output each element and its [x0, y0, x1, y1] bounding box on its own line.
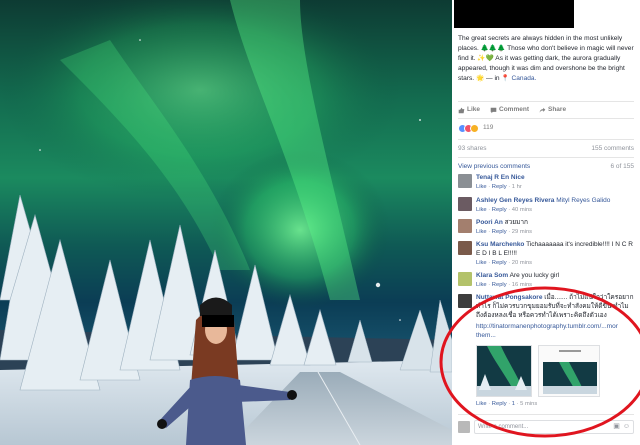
- wow-reaction-icon: [470, 124, 479, 133]
- comment-item: Poori An สวยมาก Like · Reply · 29 mins: [458, 219, 634, 237]
- comment-like-count[interactable]: 1: [512, 401, 515, 407]
- divider: [458, 157, 634, 158]
- thumbs-up-icon: [458, 107, 465, 114]
- comment-time[interactable]: 40 mins: [512, 207, 532, 213]
- camera-icon[interactable]: ▣: [613, 422, 620, 431]
- comment-reply-link[interactable]: Reply: [492, 184, 507, 190]
- reaction-summary[interactable]: 119: [458, 124, 493, 133]
- comment-text: Are you lucky girl: [509, 272, 560, 279]
- comment-text: สวยมาก: [504, 219, 528, 226]
- commenter-avatar[interactable]: [458, 174, 472, 188]
- view-previous-comments-link[interactable]: View previous comments: [458, 163, 530, 172]
- comments-shown-count: 6 of 155: [610, 163, 635, 170]
- share-button[interactable]: Share: [539, 106, 566, 115]
- post-caption: The great secrets are always hidden in t…: [458, 34, 634, 83]
- comment-time[interactable]: 5 mins: [520, 401, 537, 407]
- comment-time[interactable]: 29 mins: [512, 229, 532, 235]
- comment-meta: Like · Reply · 1 hr: [476, 183, 522, 190]
- comment-item: Ashley Gen Reyes Rivera Mityl Reyes Gali…: [458, 197, 634, 215]
- comment-like-link[interactable]: Like: [476, 207, 487, 213]
- comment-reply-link[interactable]: Reply: [492, 260, 507, 266]
- write-comment-input[interactable]: Write a comment... ▣ ☺: [474, 420, 634, 434]
- share-comment-stats: 93 shares 155 comments: [458, 145, 634, 154]
- like-button[interactable]: Like: [458, 106, 480, 115]
- aurora-thumbnail-image: [477, 345, 531, 396]
- comments-count[interactable]: 155 comments: [591, 145, 634, 154]
- location-prefix: — in 📍: [486, 74, 510, 82]
- face-privacy-bar: [202, 315, 234, 327]
- commenter-name[interactable]: Tenaj R En Nice: [476, 174, 525, 181]
- comment-time[interactable]: 1 hr: [512, 184, 522, 190]
- aurora-landscape-image: [0, 0, 452, 445]
- commenter-name[interactable]: Klara Som: [476, 272, 508, 279]
- comment-meta: Like · Reply · 16 mins: [476, 281, 533, 288]
- comment-external-link[interactable]: http://tinatormanenphotography.tumblr.co…: [476, 323, 634, 341]
- commenter-avatar[interactable]: [458, 241, 472, 255]
- comment-button[interactable]: Comment: [490, 106, 529, 115]
- comment-item: Tenaj R En Nice Like · Reply · 1 hr: [458, 174, 634, 192]
- comment-like-link[interactable]: Like: [476, 260, 487, 266]
- redacted-author-name: [454, 0, 574, 28]
- commenter-name[interactable]: Poori An: [476, 219, 503, 226]
- commenter-name[interactable]: Nuttawat Pongsakore: [476, 294, 542, 301]
- comment-reply-link[interactable]: Reply: [492, 207, 507, 213]
- share-arrow-icon: [539, 107, 546, 113]
- like-label: Like: [467, 106, 481, 113]
- link-preview-image[interactable]: [476, 344, 532, 397]
- comment-item: Ksu Marchenko Tichaaaaaaa it's incredibl…: [458, 241, 634, 267]
- comment-like-link[interactable]: Like: [476, 401, 487, 407]
- comment-meta: Like · Reply · 20 mins: [476, 259, 533, 266]
- comment-meta: Like · Reply · 29 mins: [476, 228, 533, 235]
- post-sidebar: The great secrets are always hidden in t…: [452, 0, 640, 445]
- comment-text[interactable]: Mityl Reyes Galido: [556, 197, 610, 204]
- current-user-avatar: [458, 421, 470, 433]
- caption-text: The great secrets are always hidden in t…: [458, 35, 634, 82]
- commenter-avatar[interactable]: [458, 294, 472, 308]
- comment-reply-link[interactable]: Reply: [492, 401, 507, 407]
- divider: [458, 139, 634, 140]
- comment-composer: Write a comment... ▣ ☺: [458, 420, 634, 434]
- comment-reply-link[interactable]: Reply: [492, 229, 507, 235]
- comments-header: View previous comments 6 of 155: [458, 163, 634, 172]
- location-link[interactable]: Canada.: [511, 75, 536, 82]
- comment-time[interactable]: 20 mins: [512, 260, 532, 266]
- comment-like-link[interactable]: Like: [476, 282, 487, 288]
- divider: [458, 414, 634, 415]
- comment-label: Comment: [499, 106, 529, 113]
- link-preview-thumbnails: [476, 344, 634, 397]
- comment-time[interactable]: 16 mins: [512, 282, 532, 288]
- post-actions: Like Comment Share: [458, 106, 634, 115]
- website-thumbnail-image: [539, 345, 599, 396]
- commenter-avatar[interactable]: [458, 197, 472, 211]
- write-comment-placeholder: Write a comment...: [478, 423, 529, 430]
- divider: [458, 101, 634, 102]
- commenter-name[interactable]: Ksu Marchenko: [476, 241, 524, 248]
- divider: [458, 118, 634, 119]
- commenter-avatar[interactable]: [458, 219, 472, 233]
- comment-reply-link[interactable]: Reply: [492, 282, 507, 288]
- comment-meta: Like · Reply · 40 mins: [476, 206, 533, 213]
- comment-item: Nuttawat Pongsakore เมื่อ....... ถ้าไม่แ…: [458, 294, 634, 409]
- comment-like-link[interactable]: Like: [476, 184, 487, 190]
- comment-item: Klara Som Are you lucky girl Like · Repl…: [458, 272, 634, 290]
- comment-like-link[interactable]: Like: [476, 229, 487, 235]
- link-preview-page[interactable]: [538, 344, 600, 397]
- commenter-avatar[interactable]: [458, 272, 472, 286]
- comment-bubble-icon: [490, 107, 497, 114]
- reaction-count: 119: [483, 124, 494, 132]
- commenter-name[interactable]: Ashley Gen Reyes Rivera: [476, 197, 554, 204]
- share-label: Share: [548, 106, 567, 113]
- shares-count[interactable]: 93 shares: [458, 145, 487, 154]
- comment-meta: Like · Reply · 1 · 5 mins: [476, 400, 538, 407]
- sticker-icon[interactable]: ☺: [623, 422, 630, 431]
- post-photo[interactable]: [0, 0, 452, 445]
